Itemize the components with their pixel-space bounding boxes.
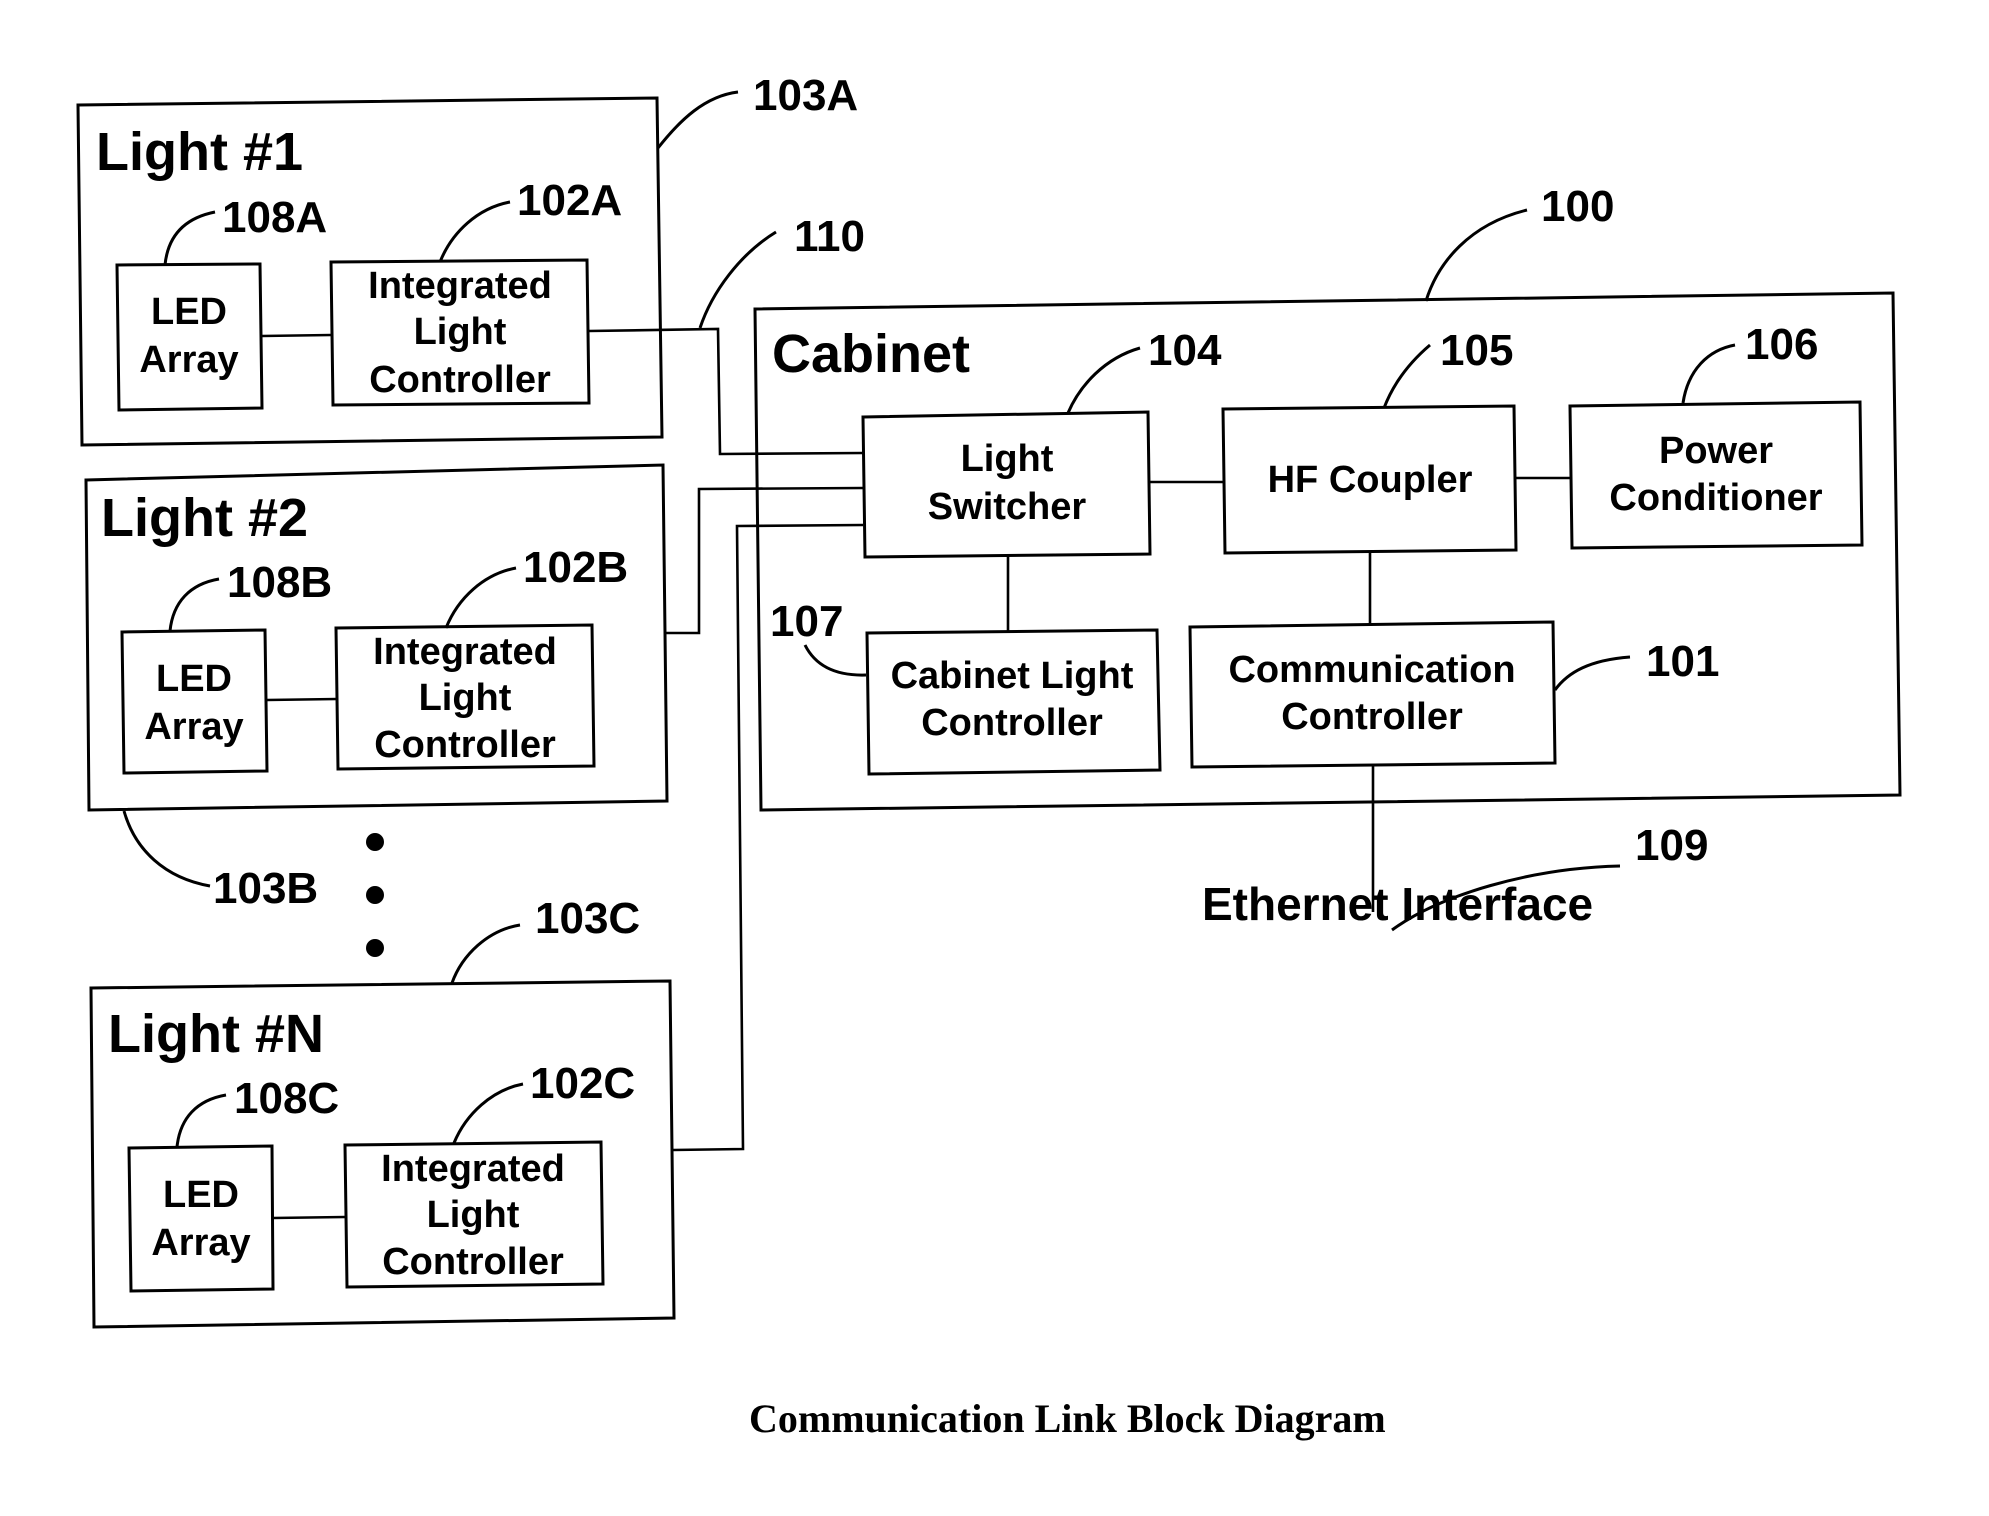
- power-conditioner-box: [1568, 400, 1864, 550]
- hf-coupler-line-1: HF Coupler: [1268, 459, 1473, 501]
- leader-101: [1553, 655, 1631, 691]
- communication-link-block-diagram: Light #1 103A LED Array 108A Integrated …: [76, 71, 1902, 1441]
- ref-104: 104: [1148, 326, 1222, 375]
- leader-100: [1424, 208, 1528, 302]
- link-led1-ilc1: [261, 333, 332, 338]
- light-1-group: Light #1 103A LED Array 108A Integrated …: [76, 71, 858, 447]
- ilc-n-line-1: Integrated: [381, 1148, 565, 1190]
- light-n-group: Light #N 103C LED Array 108C Integrated …: [89, 894, 676, 1329]
- ref-110: 110: [794, 212, 865, 261]
- power-conditioner-line-1: Power: [1659, 430, 1773, 472]
- cabinet-title: Cabinet: [772, 324, 970, 384]
- power-conditioner-line-2: Conditioner: [1609, 477, 1822, 519]
- communication-controller-line-2: Controller: [1281, 696, 1463, 738]
- ref-103b: 103B: [213, 864, 318, 913]
- light-2-title: Light #2: [101, 488, 308, 548]
- led-array-2-box: [120, 628, 269, 775]
- ellipsis-dot-1: [366, 833, 384, 851]
- light-n-title: Light #N: [108, 1004, 324, 1064]
- leader-104: [1066, 346, 1141, 414]
- led-array-n-line-2: Array: [151, 1222, 250, 1264]
- diagram-caption: Communication Link Block Diagram: [749, 1396, 1386, 1441]
- ref-106: 106: [1745, 320, 1818, 369]
- ref-102c: 102C: [530, 1059, 635, 1108]
- ref-100: 100: [1541, 182, 1614, 231]
- ref-108a: 108A: [222, 193, 327, 242]
- light-switcher-box: [861, 410, 1152, 559]
- light-switcher-line-1: Light: [961, 438, 1054, 480]
- led-array-1-box: [115, 262, 264, 412]
- ref-103a: 103A: [753, 71, 858, 120]
- ilc-n-line-3: Controller: [382, 1241, 564, 1283]
- link-led2-ilc2: [266, 697, 338, 702]
- light-switcher-line-2: Switcher: [928, 486, 1087, 528]
- ref-103c: 103C: [535, 894, 640, 943]
- ref-101: 101: [1646, 637, 1719, 686]
- ref-108c: 108C: [234, 1074, 339, 1123]
- light-1-title: Light #1: [96, 122, 303, 182]
- ethernet-group: Ethernet Interface 109: [1202, 766, 1708, 932]
- led-array-1-line-1: LED: [151, 291, 227, 333]
- ilc-1-line-1: Integrated: [368, 265, 552, 307]
- ref-109: 109: [1635, 821, 1708, 870]
- ethernet-interface-label: Ethernet Interface: [1202, 878, 1593, 930]
- leader-105: [1382, 343, 1431, 409]
- ref-102a: 102A: [517, 176, 622, 225]
- leader-103c: [450, 923, 521, 984]
- ref-108b: 108B: [227, 558, 332, 607]
- leader-106: [1681, 343, 1736, 404]
- leader-103b: [122, 810, 211, 888]
- leader-110: [698, 230, 777, 329]
- led-array-2-line-2: Array: [144, 706, 243, 748]
- ilc-1-line-3: Controller: [369, 359, 551, 401]
- cabinet-group: Cabinet 100 Light Switcher 104 HF Couple…: [753, 182, 1902, 812]
- cabinet-light-controller-line-1: Cabinet Light: [891, 655, 1134, 697]
- communication-controller-box: [1188, 620, 1557, 769]
- ilc-2-line-2: Light: [419, 677, 512, 719]
- led-array-1-line-2: Array: [139, 339, 238, 381]
- led-array-n-box: [127, 1144, 275, 1293]
- cabinet-light-controller-line-2: Controller: [921, 702, 1103, 744]
- ref-102b: 102B: [523, 543, 628, 592]
- link-ledn-ilcn: [272, 1215, 346, 1220]
- ellipsis-dot-2: [366, 886, 384, 904]
- leader-107: [803, 644, 867, 677]
- led-array-2-line-1: LED: [156, 658, 232, 700]
- ilc-2-line-1: Integrated: [373, 631, 557, 673]
- ref-107: 107: [770, 597, 843, 646]
- ilc-1-line-2: Light: [414, 311, 507, 353]
- ilc-n-line-2: Light: [427, 1194, 520, 1236]
- ellipsis-dot-3: [366, 939, 384, 957]
- leader-103a: [656, 90, 739, 149]
- ilc-2-line-3: Controller: [374, 724, 556, 766]
- communication-controller-line-1: Communication: [1228, 649, 1515, 691]
- led-array-n-line-1: LED: [163, 1174, 239, 1216]
- ref-105: 105: [1440, 326, 1513, 375]
